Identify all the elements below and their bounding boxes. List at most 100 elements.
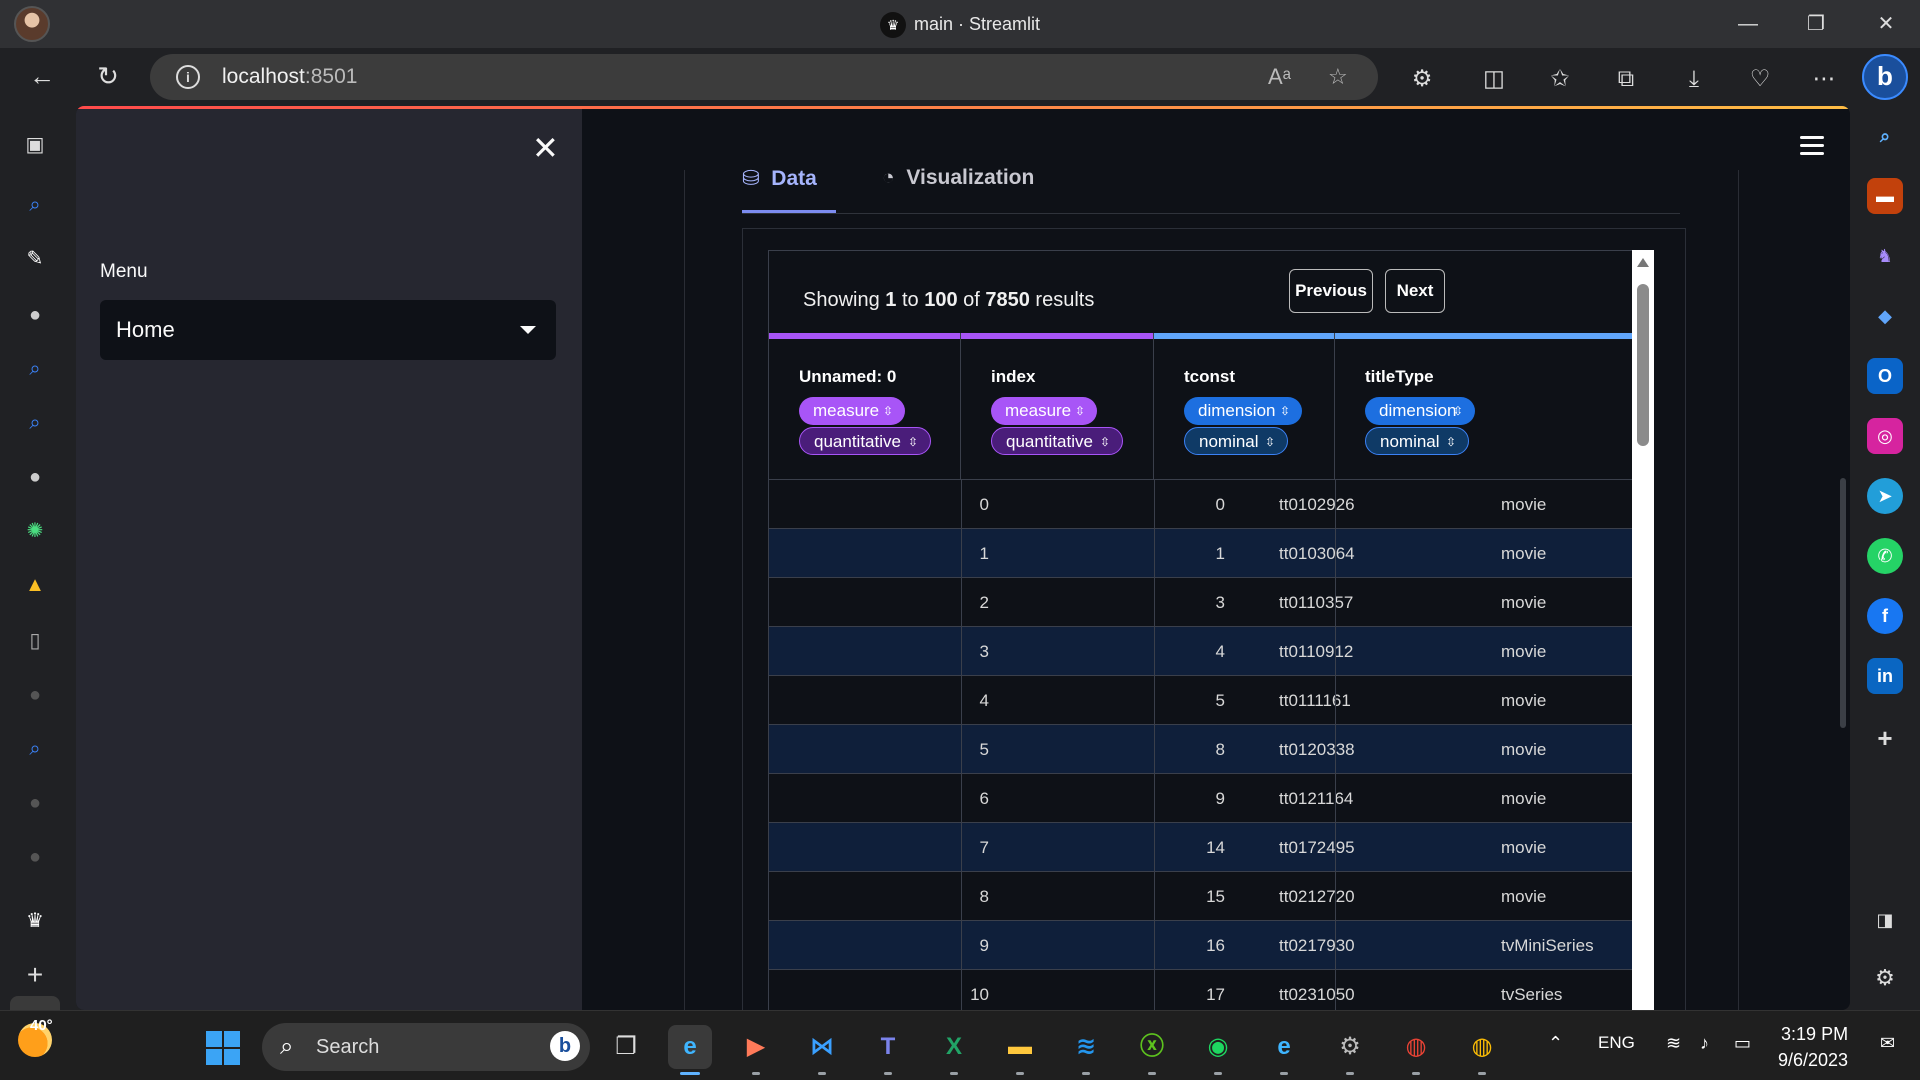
type-pill[interactable]: quantitative ⇳: [991, 427, 1123, 455]
performance-icon[interactable]: ♡: [1742, 60, 1778, 96]
sidebar-add-icon[interactable]: +: [1867, 720, 1903, 756]
wifi-icon[interactable]: ≋: [1666, 1033, 1681, 1054]
split-screen-icon[interactable]: ◫: [1476, 60, 1512, 96]
type-pill[interactable]: nominal ⇳: [1365, 427, 1469, 455]
table-row[interactable]: 0 0 tt0102926 movie: [769, 479, 1637, 528]
sidebar-hide-icon[interactable]: ◨: [1867, 902, 1903, 938]
type-pill[interactable]: quantitative ⇳: [799, 427, 931, 455]
url-text[interactable]: localhost:8501: [222, 65, 357, 89]
taskbar-search[interactable]: ⌕ Search b: [262, 1023, 590, 1071]
table-row[interactable]: 9 16 tt0217930 tvMiniSeries: [769, 920, 1637, 969]
vscode-icon[interactable]: ⋈: [800, 1025, 844, 1075]
column-header-index[interactable]: index measure ⇳ quantitative ⇳: [961, 333, 1154, 479]
collections-icon[interactable]: ⧉: [1608, 60, 1644, 96]
chrome-icon[interactable]: ◍: [1394, 1025, 1438, 1075]
extensions-icon[interactable]: ⚙: [1404, 60, 1440, 96]
task-view-icon[interactable]: ❐: [604, 1025, 648, 1069]
tab-feather-icon[interactable]: ✎: [20, 244, 50, 274]
sidebar-games-icon[interactable]: ♞: [1867, 238, 1903, 274]
tab-drive-icon[interactable]: ▲: [20, 570, 50, 600]
sidebar-telegram-icon[interactable]: ➤: [1867, 478, 1903, 514]
tab-search-icon-4[interactable]: ⌕: [20, 734, 50, 764]
sidebar-tools-icon[interactable]: ▬: [1867, 178, 1903, 214]
xbox-icon[interactable]: ⓧ: [1130, 1025, 1174, 1075]
tab-search-icon-3[interactable]: ⌕: [20, 408, 50, 438]
tab-chatgpt-icon[interactable]: ✺: [20, 516, 50, 546]
chrome-profile-icon[interactable]: ◍: [1460, 1025, 1504, 1075]
back-icon[interactable]: ←: [22, 56, 62, 96]
edge-taskbar-icon[interactable]: e: [668, 1025, 712, 1075]
sidebar-outlook-icon[interactable]: O: [1867, 358, 1903, 394]
tab-search-icon[interactable]: ⌕: [20, 190, 50, 220]
minimize-button[interactable]: —: [1724, 8, 1772, 40]
close-sidebar-icon[interactable]: ✕: [532, 129, 559, 167]
tab-github-icon-2[interactable]: ●: [20, 462, 50, 492]
refresh-icon[interactable]: ↻: [88, 56, 128, 96]
favorite-star-icon[interactable]: ☆: [1328, 64, 1348, 90]
sidebar-search-icon[interactable]: ⌕: [1867, 118, 1903, 154]
sidebar-linkedin-icon[interactable]: in: [1867, 658, 1903, 694]
sidebar-whatsapp-icon[interactable]: ✆: [1867, 538, 1903, 574]
menu-select[interactable]: Home: [100, 300, 556, 360]
more-icon[interactable]: ⋯: [1806, 60, 1842, 96]
new-tab-icon[interactable]: +: [20, 960, 50, 990]
tab-visualization[interactable]: ◔ Visualization: [882, 166, 1034, 190]
previous-button[interactable]: Previous: [1289, 269, 1373, 313]
table-row[interactable]: 8 15 tt0212720 movie: [769, 871, 1637, 920]
close-window-button[interactable]: ✕: [1862, 8, 1910, 40]
notifications-icon[interactable]: ✉: [1880, 1033, 1895, 1054]
table-row[interactable]: 4 5 tt0111161 movie: [769, 675, 1637, 724]
tray-overflow-icon[interactable]: ⌃: [1548, 1033, 1563, 1054]
address-bar[interactable]: i localhost:8501 Aᵃ ☆: [150, 54, 1378, 100]
page-scrollbar-thumb[interactable]: [1840, 478, 1846, 728]
docker-icon[interactable]: ≋: [1064, 1025, 1108, 1075]
scrollbar-thumb[interactable]: [1637, 284, 1649, 446]
excel-icon[interactable]: X: [932, 1025, 976, 1075]
scroll-up-icon[interactable]: [1637, 258, 1649, 267]
site-info-icon[interactable]: i: [176, 65, 200, 89]
sidebar-copilot-icon[interactable]: ◆: [1867, 298, 1903, 334]
role-pill[interactable]: dimension ⇳: [1184, 397, 1302, 425]
spotify-icon[interactable]: ◉: [1196, 1025, 1240, 1075]
next-button[interactable]: Next: [1385, 269, 1445, 313]
main-menu-icon[interactable]: [1800, 136, 1824, 156]
sidebar-facebook-icon[interactable]: f: [1867, 598, 1903, 634]
teams-icon[interactable]: T: [866, 1025, 910, 1075]
file-explorer-icon[interactable]: ▬: [998, 1025, 1042, 1075]
tab-blank-icon-2[interactable]: ●: [20, 788, 50, 818]
tab-search-icon-2[interactable]: ⌕: [20, 354, 50, 384]
table-row[interactable]: 3 4 tt0110912 movie: [769, 626, 1637, 675]
tab-blank-icon[interactable]: ●: [20, 680, 50, 710]
tab-data[interactable]: ⛁ Data: [742, 166, 817, 191]
start-button[interactable]: [206, 1031, 240, 1065]
column-header-tconst[interactable]: tconst dimension ⇳ nominal ⇳: [1154, 333, 1335, 479]
volume-icon[interactable]: ♪: [1700, 1033, 1709, 1054]
table-row[interactable]: 5 8 tt0120338 movie: [769, 724, 1637, 773]
tab-actions-icon[interactable]: ▣: [20, 130, 50, 160]
bing-copilot-icon[interactable]: b: [1862, 54, 1908, 100]
role-pill[interactable]: measure ⇳: [991, 397, 1097, 425]
table-row[interactable]: 1 1 tt0103064 movie: [769, 528, 1637, 577]
read-aloud-icon[interactable]: Aᵃ: [1268, 64, 1291, 90]
settings-taskbar-icon[interactable]: ⚙: [1328, 1025, 1372, 1075]
column-header-titletype[interactable]: titleType dimension ⇳ nominal ⇳: [1335, 333, 1637, 479]
type-pill[interactable]: nominal ⇳: [1184, 427, 1288, 455]
table-row[interactable]: 2 3 tt0110357 movie: [769, 577, 1637, 626]
taskbar-clock[interactable]: 3:19 PM 9/6/2023: [1778, 1021, 1848, 1073]
table-scrollbar[interactable]: [1632, 250, 1654, 1010]
language-indicator[interactable]: ENG: [1598, 1033, 1635, 1053]
tab-blank-icon-3[interactable]: ●: [20, 842, 50, 872]
tab-document-icon[interactable]: ▯: [20, 626, 50, 656]
battery-icon[interactable]: ▭: [1734, 1033, 1751, 1054]
table-row[interactable]: 6 9 tt0121164 movie: [769, 773, 1637, 822]
tab-github-icon[interactable]: ●: [20, 300, 50, 330]
column-header-unnamed-0[interactable]: Unnamed: 0 measure ⇳ quantitative ⇳: [769, 333, 961, 479]
edge-dev-icon[interactable]: e: [1262, 1025, 1306, 1075]
downloads-icon[interactable]: ⤓: [1676, 60, 1712, 96]
role-pill[interactable]: dimension ⇳: [1365, 397, 1475, 425]
media-player-icon[interactable]: ▶: [734, 1025, 778, 1075]
table-row[interactable]: 7 14 tt0172495 movie: [769, 822, 1637, 871]
sidebar-instagram-icon[interactable]: ◎: [1867, 418, 1903, 454]
weather-temperature[interactable]: 40°: [30, 1017, 53, 1034]
restore-button[interactable]: ❐: [1792, 8, 1840, 40]
